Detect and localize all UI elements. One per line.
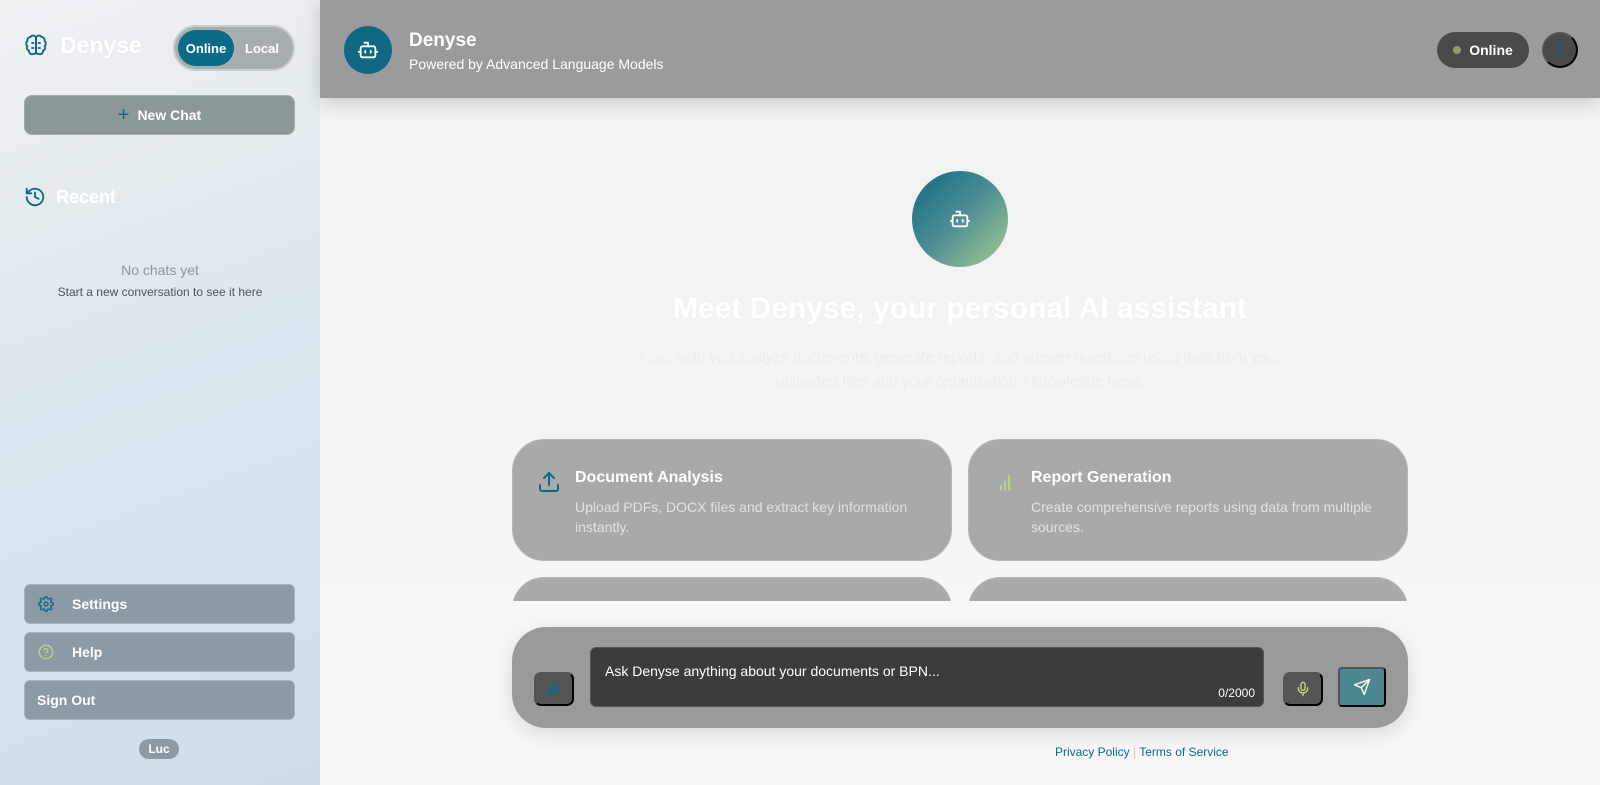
more-options-button[interactable] (1542, 32, 1578, 68)
hero-title: Meet Denyse, your personal AI assistant (672, 292, 1248, 325)
feature-card-report-generation[interactable]: Report Generation Create comprehensive r… (968, 439, 1408, 561)
settings-button[interactable]: Settings (24, 584, 295, 624)
hero-avatar (912, 171, 1008, 267)
footer-disclaimer: Denyse can make mistakes, so double-chec… (691, 745, 1052, 759)
empty-chats-subtitle: Start a new conversation to see it here (57, 285, 263, 299)
history-icon (25, 187, 45, 207)
recent-label: Recent (56, 186, 117, 207)
more-vertical-icon (1558, 42, 1562, 58)
chat-header: Denyse Powered by Advanced Language Mode… (320, 0, 1600, 98)
mode-option-local[interactable]: Local (234, 30, 290, 66)
card-description: Create comprehensive reports using data … (1031, 499, 1372, 535)
sign-out-button[interactable]: Sign Out (24, 680, 295, 720)
char-count: 0/2000 (1218, 686, 1255, 700)
microphone-button[interactable] (1283, 672, 1323, 706)
feature-card-document-analysis[interactable]: Document Analysis Upload PDFs, DOCX file… (512, 439, 952, 561)
card-title: Report Generation (1031, 469, 1172, 486)
help-button[interactable]: Help (24, 632, 295, 672)
mode-toggle[interactable]: Online Local (173, 25, 295, 71)
user-chip[interactable]: Luc (139, 739, 179, 759)
bot-icon (357, 41, 379, 59)
empty-chats-title: No chats yet (121, 262, 199, 278)
recent-section-header: Recent (24, 186, 116, 208)
help-label: Help (72, 644, 103, 660)
mode-option-online[interactable]: Online (178, 30, 234, 66)
attach-button[interactable] (534, 672, 574, 706)
status-label: Online (1469, 42, 1513, 58)
footer: Denyse can make mistakes, so double-chec… (320, 745, 1600, 759)
terms-of-service-link[interactable]: Terms of Service (1139, 745, 1228, 759)
bar-chart-icon (1000, 475, 1010, 491)
brand: Denyse (24, 32, 142, 59)
microphone-icon (1297, 681, 1309, 697)
upload-icon (539, 472, 559, 492)
header-title: Denyse (409, 30, 477, 51)
card-title: Document Analysis (575, 469, 723, 486)
message-composer: 0/2000 (512, 627, 1408, 728)
footer-separator: | (1132, 745, 1137, 759)
header-subtitle: Powered by Advanced Language Models (409, 56, 664, 72)
send-button[interactable] (1338, 667, 1386, 707)
paperclip-icon (546, 681, 561, 697)
help-circle-icon (38, 644, 54, 660)
bot-icon (949, 210, 971, 228)
assistant-avatar (344, 26, 392, 74)
privacy-policy-link[interactable]: Privacy Policy (1055, 745, 1130, 759)
brain-icon (25, 34, 47, 55)
brand-name: Denyse (60, 32, 142, 58)
status-badge: Online (1437, 32, 1529, 68)
new-chat-label: New Chat (137, 107, 202, 123)
gear-icon (38, 596, 54, 612)
main-area: Denyse Powered by Advanced Language Mode… (320, 0, 1600, 785)
message-input[interactable] (591, 648, 1263, 688)
card-description: Upload PDFs, DOCX files and extract key … (575, 499, 908, 535)
send-icon (1353, 678, 1371, 696)
settings-label: Settings (72, 596, 128, 612)
message-input-box: 0/2000 (590, 647, 1264, 707)
status-dot-icon (1453, 46, 1462, 54)
sidebar: Denyse Online Local + New Chat Recent No… (0, 0, 320, 785)
plus-icon: + (117, 104, 130, 126)
hero-description: I can help you analyze documents, genera… (639, 349, 1281, 390)
new-chat-button[interactable]: + New Chat (24, 95, 295, 135)
